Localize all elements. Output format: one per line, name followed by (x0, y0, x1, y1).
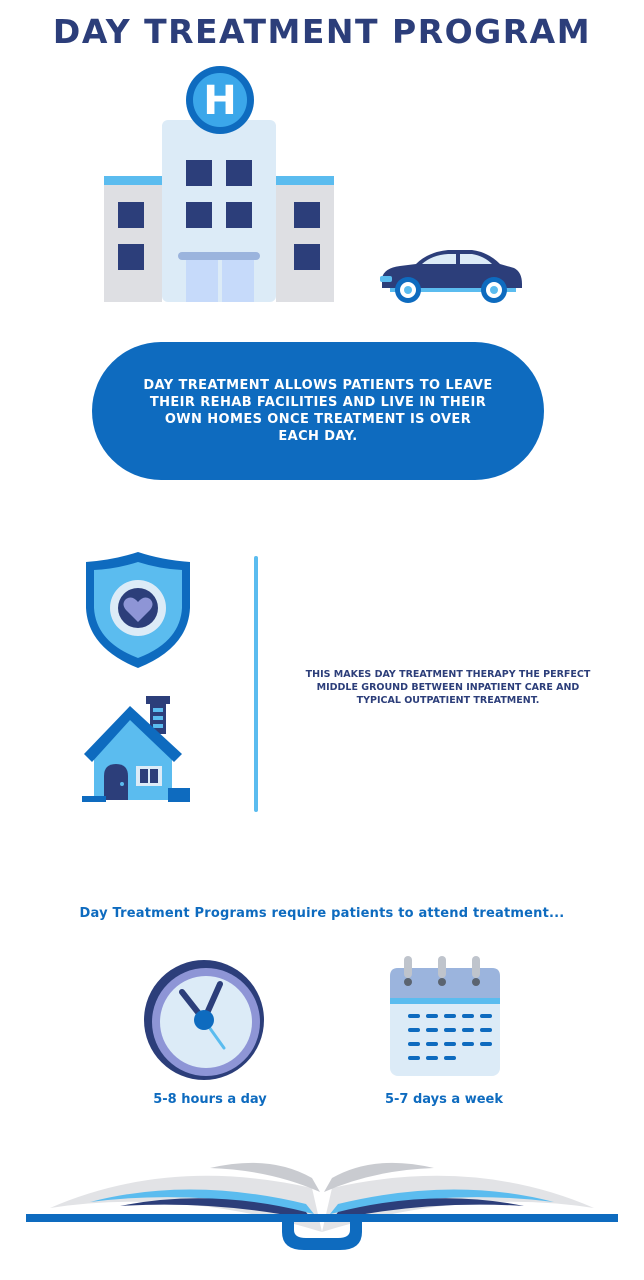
middle-ground-text: THIS MAKES DAY TREATMENT THERAPY THE PER… (305, 669, 591, 706)
requirements-heading: Day Treatment Programs require patients … (79, 906, 565, 921)
clock-icon (144, 960, 264, 1080)
page-title: DAY TREATMENT PROGRAM (52, 12, 592, 51)
intro-text: DAY TREATMENT ALLOWS PATIENTS TO LEAVE T… (143, 378, 493, 444)
shield-heart-icon (86, 552, 190, 668)
open-book-icon (26, 1162, 618, 1250)
house-icon (82, 696, 190, 802)
car-icon (380, 250, 522, 303)
days-per-week-caption: 5-7 days a week (384, 1092, 503, 1107)
calendar-icon (390, 956, 500, 1076)
hospital-icon: H (104, 66, 334, 302)
hospital-sign-letter: H (203, 78, 236, 124)
intro-banner: DAY TREATMENT ALLOWS PATIENTS TO LEAVE T… (92, 342, 544, 480)
vertical-divider (254, 556, 258, 812)
hours-per-day-caption: 5-8 hours a day (153, 1092, 267, 1107)
